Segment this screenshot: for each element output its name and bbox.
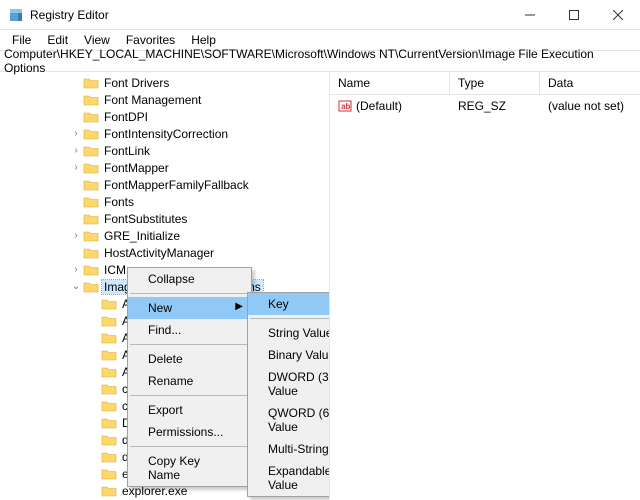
- ctx-separator: [130, 293, 249, 294]
- address-bar[interactable]: Computer\HKEY_LOCAL_MACHINE\SOFTWARE\Mic…: [0, 50, 640, 72]
- sub-separator: [250, 318, 330, 319]
- close-icon: [613, 10, 623, 20]
- regedit-icon: [8, 7, 24, 23]
- minimize-button[interactable]: [508, 0, 552, 30]
- sub-string[interactable]: String Value: [248, 322, 330, 344]
- tree-item-label: FontLink: [102, 144, 152, 158]
- context-menu: Collapse New ▶ Key String Value Binary V…: [127, 267, 252, 487]
- new-submenu: Key String Value Binary Value DWORD (32-…: [247, 292, 330, 497]
- value-row-default[interactable]: ab (Default) REG_SZ (value not set): [330, 95, 640, 117]
- value-data: (value not set): [540, 97, 640, 115]
- col-type[interactable]: Type: [450, 72, 540, 94]
- ctx-export[interactable]: Export: [128, 399, 251, 421]
- tree-item[interactable]: Fonts: [0, 193, 329, 210]
- tree-item[interactable]: › GRE_Initialize: [0, 227, 329, 244]
- tree-item-label: Font Drivers: [102, 76, 171, 90]
- expander-icon[interactable]: ›: [70, 231, 82, 241]
- tree-item-label: FontMapperFamilyFallback: [102, 178, 251, 192]
- close-button[interactable]: [596, 0, 640, 30]
- tree-item[interactable]: › FontMapper: [0, 159, 329, 176]
- ctx-separator: [130, 446, 249, 447]
- window-title: Registry Editor: [30, 8, 508, 22]
- ctx-collapse[interactable]: Collapse: [128, 268, 251, 290]
- sub-dword[interactable]: DWORD (32-bit) Value: [248, 366, 330, 402]
- tree-item-label: FontDPI: [102, 110, 150, 124]
- sub-qword[interactable]: QWORD (64-bit) Value: [248, 402, 330, 438]
- ctx-permissions[interactable]: Permissions...: [128, 421, 251, 443]
- tree-item[interactable]: FontSubstitutes: [0, 210, 329, 227]
- expander-icon[interactable]: ›: [70, 129, 82, 139]
- tree-item[interactable]: Font Drivers: [0, 74, 329, 91]
- tree-item[interactable]: FontDPI: [0, 108, 329, 125]
- sub-expand[interactable]: Expandable String Value: [248, 460, 330, 496]
- ctx-separator: [130, 395, 249, 396]
- svg-text:ab: ab: [341, 102, 350, 111]
- string-value-icon: ab: [338, 99, 352, 113]
- minimize-icon: [525, 10, 535, 20]
- expander-icon[interactable]: ⌄: [70, 282, 82, 292]
- tree-item-label: HostActivityManager: [102, 246, 216, 260]
- content-area: Font Drivers Font Management FontDPI › FontI…: [0, 72, 640, 500]
- tree-item-label: FontSubstitutes: [102, 212, 189, 226]
- value-name: (Default): [356, 99, 402, 113]
- col-data[interactable]: Data: [540, 72, 640, 94]
- ctx-find[interactable]: Find...: [128, 319, 251, 341]
- ctx-separator: [130, 344, 249, 345]
- ctx-delete[interactable]: Delete: [128, 348, 251, 370]
- tree-item[interactable]: › FontLink: [0, 142, 329, 159]
- tree-item[interactable]: FontMapperFamilyFallback: [0, 176, 329, 193]
- values-pane[interactable]: Name Type Data ab (Default) REG_SZ (valu…: [330, 72, 640, 500]
- ctx-new[interactable]: New ▶ Key String Value Binary Value DWOR…: [128, 297, 251, 319]
- expander-icon[interactable]: ›: [70, 265, 82, 275]
- tree-item-label: FontIntensityCorrection: [102, 127, 230, 141]
- sub-multi[interactable]: Multi-String Value: [248, 438, 330, 460]
- tree-item-label: FontMapper: [102, 161, 171, 175]
- maximize-button[interactable]: [552, 0, 596, 30]
- tree-item[interactable]: › FontIntensityCorrection: [0, 125, 329, 142]
- value-type: REG_SZ: [450, 97, 540, 115]
- tree-item-label: Font Management: [102, 93, 203, 107]
- values-header: Name Type Data: [330, 72, 640, 95]
- tree-item[interactable]: HostActivityManager: [0, 244, 329, 261]
- tree-item-label: ICM: [102, 263, 128, 277]
- ctx-new-label: New: [148, 301, 172, 315]
- title-bar: Registry Editor: [0, 0, 640, 30]
- tree-item[interactable]: Font Management: [0, 91, 329, 108]
- tree-pane[interactable]: Font Drivers Font Management FontDPI › FontI…: [0, 72, 330, 500]
- tree-item-label: Fonts: [102, 195, 136, 209]
- expander-icon[interactable]: ›: [70, 146, 82, 156]
- expander-icon[interactable]: ›: [70, 163, 82, 173]
- ctx-rename[interactable]: Rename: [128, 370, 251, 392]
- sub-key[interactable]: Key: [248, 293, 330, 315]
- maximize-icon: [569, 10, 579, 20]
- col-name[interactable]: Name: [330, 72, 450, 94]
- tree-item-label: GRE_Initialize: [102, 229, 182, 243]
- ctx-copykey[interactable]: Copy Key Name: [128, 450, 251, 486]
- sub-binary[interactable]: Binary Value: [248, 344, 330, 366]
- address-text: Computer\HKEY_LOCAL_MACHINE\SOFTWARE\Mic…: [4, 47, 636, 75]
- ctx-new-arrow-icon: ▶: [235, 301, 243, 312]
